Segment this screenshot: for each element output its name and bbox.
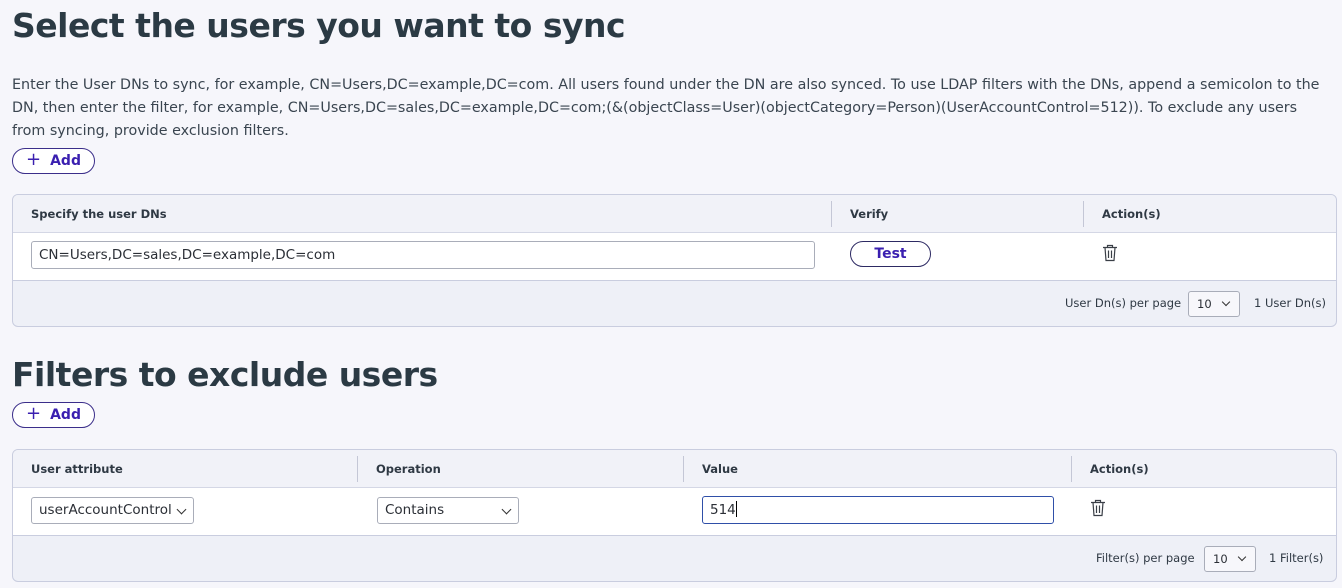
- per-page-label: Filter(s) per page: [1096, 551, 1195, 565]
- per-page-value: 10: [1197, 297, 1212, 311]
- add-label: Add: [50, 153, 81, 169]
- user-dn-input[interactable]: CN=Users,DC=sales,DC=example,DC=com: [31, 241, 815, 269]
- trash-icon[interactable]: [1102, 244, 1118, 262]
- chevron-down-icon: [501, 504, 512, 515]
- column-header-dn: Specify the user DNs: [31, 207, 167, 221]
- user-attribute-value: userAccountControl: [39, 502, 172, 518]
- table-row: CN=Users,DC=sales,DC=example,DC=com Test: [13, 233, 1336, 281]
- sync-description: Enter the User DNs to sync, for example,…: [12, 77, 1320, 139]
- operation-select[interactable]: Contains: [377, 497, 519, 524]
- add-label: Add: [50, 407, 81, 423]
- column-header-operation: Operation: [376, 462, 441, 476]
- sync-section-title: Select the users you want to sync: [12, 6, 626, 45]
- user-attribute-select[interactable]: userAccountControl: [31, 497, 194, 524]
- table-header: Specify the user DNs Verify Action(s): [13, 195, 1336, 233]
- filter-value-input[interactable]: 514: [702, 496, 1054, 524]
- chevron-down-icon: [176, 504, 187, 515]
- filter-table: User attribute Operation Value Action(s)…: [12, 449, 1337, 582]
- plus-icon: +: [26, 149, 42, 170]
- plus-icon: +: [26, 403, 42, 424]
- per-page-value: 10: [1213, 552, 1228, 566]
- chevron-down-icon: [1237, 552, 1247, 562]
- operation-value: Contains: [385, 502, 445, 518]
- column-header-attribute: User attribute: [31, 462, 123, 476]
- add-user-dn-button[interactable]: + Add: [12, 148, 95, 174]
- chevron-down-icon: [1221, 297, 1231, 307]
- table-header: User attribute Operation Value Action(s): [13, 450, 1336, 488]
- count-label: 1 User Dn(s): [1254, 296, 1326, 310]
- per-page-select[interactable]: 10: [1188, 291, 1240, 317]
- column-header-value: Value: [702, 462, 738, 476]
- per-page-select[interactable]: 10: [1204, 546, 1256, 572]
- column-header-verify: Verify: [850, 207, 889, 221]
- trash-icon[interactable]: [1090, 499, 1106, 517]
- add-filter-button[interactable]: + Add: [12, 402, 95, 428]
- table-row: userAccountControl Contains 514: [13, 488, 1336, 536]
- text-caret: [735, 501, 737, 517]
- filter-section-title: Filters to exclude users: [12, 355, 438, 394]
- test-button[interactable]: Test: [850, 241, 931, 267]
- count-label: 1 Filter(s): [1269, 551, 1324, 565]
- user-dn-table: Specify the user DNs Verify Action(s) CN…: [12, 194, 1337, 327]
- column-header-actions: Action(s): [1102, 207, 1161, 221]
- filter-value-text: 514: [710, 502, 736, 518]
- per-page-label: User Dn(s) per page: [1065, 296, 1182, 310]
- column-header-actions: Action(s): [1090, 462, 1149, 476]
